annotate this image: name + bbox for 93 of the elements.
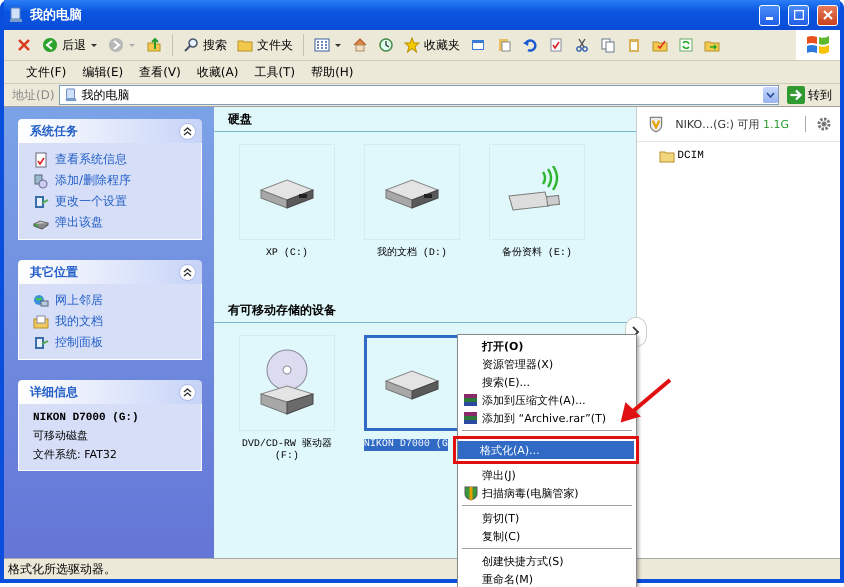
paste-icon [496, 37, 512, 53]
context-menu-item[interactable]: 扫描病毒(电脑管家) [460, 484, 583, 502]
dropdown-button[interactable] [763, 87, 778, 103]
documents-folder-icon [33, 314, 49, 330]
document-icon [33, 152, 49, 168]
device-type: 可移动磁盘 [33, 429, 89, 442]
search-button[interactable]: 搜索 [179, 34, 231, 56]
menu-item[interactable]: 查看(V) [133, 62, 187, 82]
drive-label: XP (C:) [266, 248, 308, 260]
settings-icon [816, 116, 832, 132]
panel-title: 其它位置 [30, 264, 78, 280]
favorites-button[interactable]: 收藏夹 [400, 34, 464, 56]
network-icon [33, 292, 49, 308]
books-icon [463, 392, 479, 408]
context-menu-item[interactable]: 打开(O) [460, 337, 528, 355]
chevron-icon [182, 126, 192, 136]
task-link[interactable]: 我的文档 [55, 313, 103, 330]
scissors-icon [574, 37, 590, 53]
close-icon [16, 37, 32, 53]
annotation-arrow [620, 378, 672, 422]
context-menu-item[interactable]: 添加到压缩文件(A)... [460, 391, 590, 409]
copy-icon [600, 37, 616, 53]
task-link[interactable]: 弹出该盘 [55, 214, 103, 231]
file-system: 文件系统: FAT32 [33, 448, 118, 462]
undo-icon [522, 37, 538, 53]
go-button[interactable]: 转到 [783, 86, 838, 104]
clock-icon [378, 37, 394, 53]
collapse-button[interactable] [178, 122, 196, 140]
task-link[interactable]: 更改一个设置 [55, 193, 127, 210]
maximize-button[interactable] [788, 4, 809, 26]
chevron-icon [182, 388, 192, 396]
caret-icon [90, 41, 98, 49]
free-space: 1.1G [762, 118, 789, 130]
computer-icon [64, 88, 78, 102]
menu-item[interactable]: 工具(T) [248, 62, 302, 82]
address-label: 地址(D) [12, 86, 55, 104]
drive-label: 我的文档 (D:) [376, 248, 447, 260]
folder-up-icon [146, 37, 162, 53]
device-name: NIKON D7000 (G:) [33, 412, 140, 426]
collapse-button[interactable] [178, 264, 196, 280]
home-icon [352, 37, 368, 53]
folder-item[interactable]: DCIM [677, 150, 704, 162]
context-menu-item[interactable]: 格式化(A)... [458, 441, 634, 459]
books-icon [463, 410, 479, 426]
windows-logo [796, 30, 840, 60]
task-link[interactable]: 控制面板 [55, 334, 103, 351]
checklist-icon [548, 37, 564, 53]
collapse-button[interactable] [178, 384, 196, 400]
window-icon [470, 37, 486, 53]
menu-item[interactable]: 帮助(H) [305, 62, 360, 82]
task-link[interactable]: 网上邻居 [55, 292, 103, 309]
caret-icon [766, 92, 775, 98]
caret-icon [128, 41, 136, 49]
control-panel-icon [33, 194, 49, 210]
chevron-icon [182, 268, 192, 276]
context-menu-item[interactable]: 弹出(J) [460, 466, 520, 484]
caret-icon [334, 41, 342, 49]
go-arrow-icon [787, 86, 805, 104]
close-button[interactable] [817, 4, 838, 26]
drive-label: NIKON D7000 (G [364, 439, 448, 451]
task-link[interactable]: 查看系统信息 [55, 151, 127, 168]
close-icon [822, 10, 832, 20]
back-button[interactable]: 后退 [38, 34, 102, 56]
device-name: NIKO…(G:) 可用 1.1G [675, 116, 790, 132]
context-menu-item[interactable]: 资源管理器(X) [460, 355, 558, 373]
panel-title: 系统任务 [30, 122, 78, 140]
panel-title: 详细信息 [30, 384, 78, 400]
section-heading: 硬盘 [214, 111, 636, 132]
menu-item[interactable]: 收藏(A) [190, 62, 244, 82]
drive-label: 备份资料 (E:) [502, 248, 572, 260]
address-field[interactable]: 我的电脑 [58, 85, 779, 105]
programs-icon [33, 172, 49, 188]
minimize-icon [766, 16, 773, 20]
maximize-icon [794, 10, 804, 20]
context-menu-item[interactable]: 搜索(E)... [460, 373, 534, 391]
star-icon [404, 37, 420, 53]
context-menu-item[interactable]: 复制(C) [460, 527, 524, 545]
sync-icon [678, 37, 694, 53]
menu-item[interactable]: 编辑(E) [76, 62, 130, 82]
context-menu-item[interactable]: 剪切(T) [460, 509, 524, 527]
task-link[interactable]: 添加/删除程序 [55, 172, 132, 189]
shield-icon [463, 485, 479, 501]
window-title: 我的电脑 [30, 6, 83, 24]
grid-icon [314, 37, 330, 53]
menu-item[interactable]: 文件(F) [20, 62, 72, 82]
search-icon [183, 37, 199, 53]
computer-icon [8, 7, 24, 23]
clipboard-icon [626, 37, 642, 53]
minimize-button[interactable] [759, 4, 780, 26]
drive-label: DVD/CD-RW 驱动器 (F:) [240, 439, 333, 463]
folders-button[interactable]: 文件夹 [233, 34, 297, 56]
control-panel-icon [33, 334, 49, 350]
context-menu-item[interactable]: 添加到 “Archive.rar”(T) [460, 409, 610, 427]
